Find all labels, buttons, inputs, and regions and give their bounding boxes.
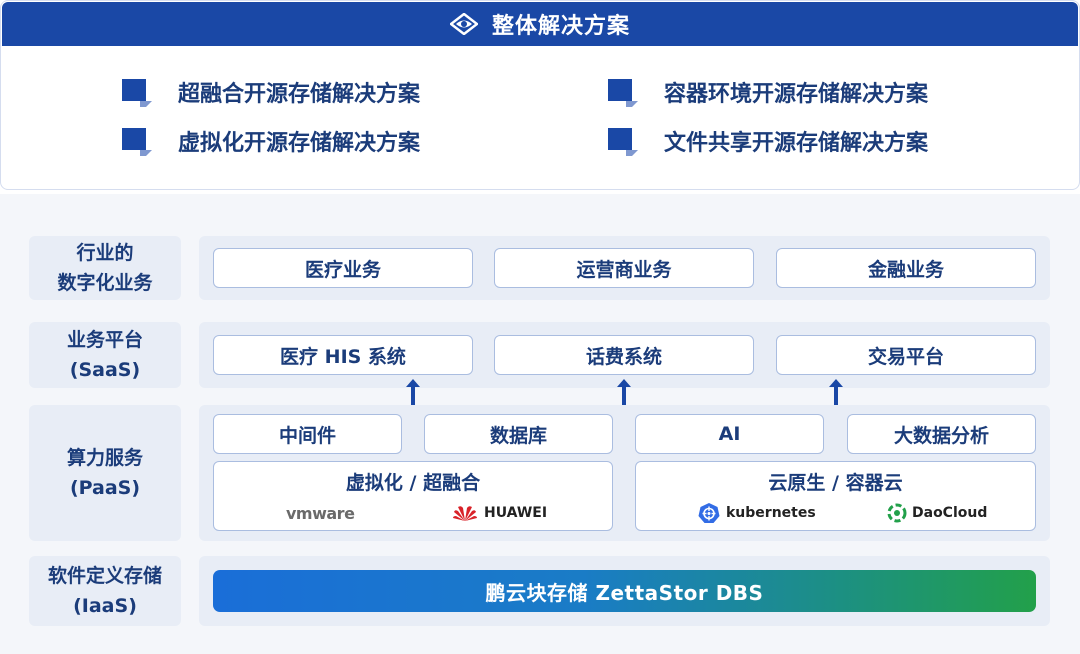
cloud-native-group: 云原生 / 容器云 kubernetes DaoCloud [635, 461, 1036, 531]
solution-item: 文件共享开源存储解决方案 [608, 121, 928, 161]
industry-item: 医疗业务 [213, 248, 473, 288]
paas-item: 数据库 [424, 414, 613, 454]
solution-item: 容器环境开源存储解决方案 [608, 72, 928, 112]
layer-label-industry: 行业的 数字化业务 [29, 236, 181, 300]
folder-square-icon [122, 79, 152, 107]
logo-text: kubernetes [726, 505, 816, 521]
layer-label-iaas: 软件定义存储 (IaaS) [29, 556, 181, 626]
folder-square-icon [122, 128, 152, 156]
storage-product-bar: 鹏云块存储 ZettaStor DBS [213, 570, 1036, 612]
group-title: 云原生 / 容器云 [768, 472, 903, 494]
industry-item: 运营商业务 [494, 248, 754, 288]
solution-label: 超融合开源存储解决方案 [178, 82, 421, 107]
logo-text: DaoCloud [912, 505, 988, 521]
layer-label-text: 算力服务 (PaaS) [66, 447, 143, 499]
paas-item: 中间件 [213, 414, 402, 454]
paas-item: 大数据分析 [847, 414, 1036, 454]
folder-square-icon [608, 79, 638, 107]
saas-item: 话费系统 [494, 335, 754, 375]
daocloud-logo: DaoCloud [886, 502, 987, 524]
solution-item: 超融合开源存储解决方案 [122, 72, 420, 112]
diamond-eye-icon [449, 13, 478, 35]
solution-label: 容器环境开源存储解决方案 [664, 82, 929, 107]
solution-label: 文件共享开源存储解决方案 [664, 131, 929, 156]
huawei-flower-icon [453, 506, 477, 521]
solution-item: 虚拟化开源存储解决方案 [122, 121, 420, 161]
logo-text: vmware [286, 503, 355, 523]
folder-square-icon [608, 128, 638, 156]
storage-product-label: 鹏云块存储 ZettaStor DBS [485, 580, 764, 605]
huawei-logo: HUAWEI [452, 502, 547, 524]
kubernetes-logo: kubernetes [698, 502, 816, 524]
virtualization-group: 虚拟化 / 超融合 vmware HUAWEI [213, 461, 613, 531]
saas-item: 医疗 HIS 系统 [213, 335, 473, 375]
layer-label-text: 行业的 数字化业务 [57, 242, 153, 294]
kubernetes-helm-icon [698, 503, 720, 523]
industry-item: 金融业务 [776, 248, 1036, 288]
layer-label-text: 软件定义存储 (IaaS) [47, 565, 162, 617]
solution-label: 虚拟化开源存储解决方案 [178, 131, 421, 156]
daocloud-icon [887, 503, 907, 523]
layer-label-paas: 算力服务 (PaaS) [29, 405, 181, 541]
saas-item: 交易平台 [776, 335, 1036, 375]
vmware-logo: vmware [286, 502, 355, 524]
header-bar: 整体解决方案 [2, 2, 1078, 46]
layer-label-saas: 业务平台 (SaaS) [29, 322, 181, 388]
paas-item: AI [635, 414, 824, 454]
logo-text: HUAWEI [484, 505, 548, 521]
page-title: 整体解决方案 [491, 14, 630, 39]
group-title: 虚拟化 / 超融合 [345, 472, 481, 494]
layer-label-text: 业务平台 (SaaS) [66, 329, 143, 381]
